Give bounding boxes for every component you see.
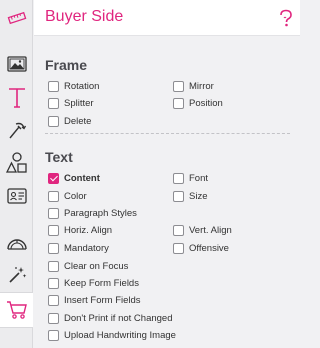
crop-rotate-icon bbox=[8, 122, 26, 139]
text-option-offensive[interactable]: Offensive bbox=[173, 243, 229, 254]
text-option-size[interactable]: Size bbox=[173, 191, 207, 202]
checkbox[interactable] bbox=[48, 98, 59, 109]
cart-icon bbox=[6, 301, 27, 319]
checkbox[interactable] bbox=[48, 208, 59, 219]
option-label: Mirror bbox=[189, 81, 214, 92]
text-section-title: Text bbox=[45, 149, 73, 165]
frame-option-mirror[interactable]: Mirror bbox=[173, 81, 214, 92]
option-label: Insert Form Fields bbox=[64, 295, 141, 306]
option-label: Size bbox=[189, 191, 208, 202]
left-toolbar bbox=[0, 0, 33, 348]
option-label: Paragraph Styles bbox=[64, 208, 137, 219]
checkbox[interactable] bbox=[48, 243, 59, 254]
option-label: Mandatory bbox=[64, 243, 109, 254]
option-label: Color bbox=[64, 191, 87, 202]
text-option-mandatory[interactable]: Mandatory bbox=[48, 243, 109, 254]
checkbox[interactable] bbox=[173, 243, 184, 254]
help-icon bbox=[280, 9, 292, 27]
option-label: Vert. Align bbox=[189, 225, 232, 236]
checkbox[interactable] bbox=[173, 81, 184, 92]
id-card-tool[interactable] bbox=[0, 178, 33, 214]
option-label: Splitter bbox=[64, 98, 94, 109]
text-option-dont-print[interactable]: Don't Print if not Changed bbox=[48, 313, 173, 324]
frame-option-position[interactable]: Position bbox=[173, 98, 223, 109]
option-label: Clear on Focus bbox=[64, 261, 129, 272]
frame-section-title: Frame bbox=[45, 57, 88, 73]
magic-wand-tool[interactable] bbox=[0, 257, 33, 293]
help-button[interactable] bbox=[278, 9, 294, 27]
checkbox[interactable] bbox=[48, 330, 59, 341]
text-option-horiz-align[interactable]: Horiz. Align bbox=[48, 225, 112, 236]
checkbox[interactable] bbox=[173, 98, 184, 109]
panel-header: Buyer Side bbox=[34, 0, 300, 36]
option-label: Offensive bbox=[189, 243, 229, 254]
option-label: Don't Print if not Changed bbox=[64, 313, 173, 324]
checkbox[interactable] bbox=[48, 81, 59, 92]
magic-wand-icon bbox=[8, 267, 26, 283]
checkbox[interactable] bbox=[48, 116, 59, 127]
checkbox[interactable] bbox=[173, 191, 184, 202]
image-tool[interactable] bbox=[0, 46, 33, 82]
text-option-font[interactable]: Font bbox=[173, 173, 208, 184]
text-option-content[interactable]: Content bbox=[48, 173, 100, 184]
shapes-icon bbox=[5, 152, 27, 173]
gauge-tool[interactable] bbox=[0, 225, 33, 261]
section-divider bbox=[45, 133, 290, 134]
option-label: Font bbox=[189, 173, 209, 184]
text-option-insert-form-fields[interactable]: Insert Form Fields bbox=[48, 295, 141, 306]
checkbox[interactable] bbox=[173, 225, 184, 236]
text-option-color[interactable]: Color bbox=[48, 191, 87, 202]
frame-option-delete[interactable]: Delete bbox=[48, 116, 91, 127]
option-label: Horiz. Align bbox=[64, 225, 113, 236]
checkbox[interactable] bbox=[48, 261, 59, 272]
panel-title: Buyer Side bbox=[45, 8, 124, 25]
crop-tool[interactable] bbox=[0, 112, 33, 148]
ruler-tool[interactable] bbox=[0, 0, 33, 36]
checkbox[interactable] bbox=[48, 278, 59, 289]
checkbox[interactable] bbox=[48, 313, 59, 324]
checkbox[interactable] bbox=[173, 173, 184, 184]
text-option-paragraph-styles[interactable]: Paragraph Styles bbox=[48, 208, 137, 219]
gauge-icon bbox=[6, 239, 27, 250]
text-icon bbox=[8, 88, 25, 108]
text-option-vert-align[interactable]: Vert. Align bbox=[173, 225, 232, 236]
checkbox-checked[interactable] bbox=[48, 173, 59, 184]
text-option-clear-on-focus[interactable]: Clear on Focus bbox=[48, 261, 128, 272]
option-label: Upload Handwriting Image bbox=[64, 330, 176, 341]
option-label: Content bbox=[64, 173, 100, 184]
text-option-upload-handwriting[interactable]: Upload Handwriting Image bbox=[48, 330, 176, 341]
cart-tool[interactable] bbox=[0, 292, 33, 328]
permissions-panel: Frame Rotation Mirror Splitter Position … bbox=[34, 37, 300, 348]
shapes-tool[interactable] bbox=[0, 145, 33, 181]
checkbox[interactable] bbox=[48, 225, 59, 236]
checkbox[interactable] bbox=[48, 191, 59, 202]
ruler-icon bbox=[7, 11, 26, 25]
option-label: Position bbox=[189, 98, 223, 109]
image-icon bbox=[6, 56, 27, 72]
option-label: Keep Form Fields bbox=[64, 278, 139, 289]
frame-option-rotation[interactable]: Rotation bbox=[48, 81, 99, 92]
text-option-keep-form-fields[interactable]: Keep Form Fields bbox=[48, 278, 139, 289]
option-label: Delete bbox=[64, 116, 92, 127]
option-label: Rotation bbox=[64, 81, 100, 92]
frame-option-splitter[interactable]: Splitter bbox=[48, 98, 94, 109]
id-card-icon bbox=[6, 188, 27, 204]
text-tool[interactable] bbox=[0, 80, 33, 116]
checkbox[interactable] bbox=[48, 295, 59, 306]
